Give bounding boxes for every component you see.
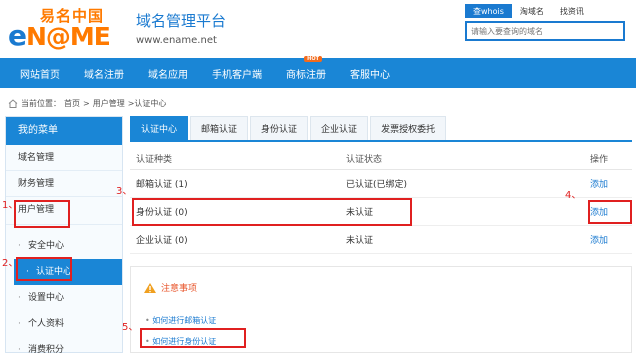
tab-verification-center[interactable]: 认证中心 (130, 116, 189, 140)
logo-en-rest: N@ME (26, 22, 111, 51)
nav-mobile-client[interactable]: 手机客户端 (200, 66, 274, 81)
annotation-number-4: 4、 (565, 190, 582, 201)
sidebar: 我的菜单 域名管理 财务管理 用户管理 安全中心 认证中心 设置中心 个人资料 … (5, 116, 123, 353)
search-tab-whois[interactable]: 查whois (465, 4, 512, 18)
row-status: 已认证(已绑定) (346, 180, 408, 190)
site-header: 易名中国 eN@ME 域名管理平台 www.ename.net 查whois 淘… (0, 0, 636, 58)
tab-invoice-authorization[interactable]: 发票授权委托 (370, 116, 447, 140)
sidebar-item-domain-mgmt[interactable]: 域名管理 (6, 145, 122, 171)
site-logo[interactable]: 易名中国 eN@ME (6, 4, 130, 52)
nav-trademark[interactable]: 商标注册 HOT (274, 55, 338, 81)
breadcrumb-home[interactable]: 首页 (64, 98, 80, 109)
annotation-number-2: 2、 (2, 258, 19, 269)
row-type: 邮箱认证 (1) (136, 180, 188, 190)
table-row: 企业认证 (0) 未认证 添加 (130, 226, 632, 254)
annotation-box-identity-link (140, 328, 246, 348)
annotation-number-1: 1、 (2, 200, 19, 211)
breadcrumb-sep: > (83, 98, 90, 108)
annotation-number-3: 3、 (116, 186, 133, 197)
table-header: 认证种类 认证状态 操作 (130, 148, 632, 170)
header-status: 认证状态 (346, 155, 383, 165)
annotation-number-5: 5、 (122, 322, 139, 333)
hot-badge: HOT (304, 55, 322, 62)
header-type: 认证种类 (136, 155, 173, 165)
nav-domain-apps[interactable]: 域名应用 (136, 66, 200, 81)
search-tab-news[interactable]: 找资讯 (552, 4, 592, 18)
verification-tabs: 认证中心 邮箱认证 身份认证 企业认证 发票授权委托 (130, 116, 632, 142)
add-email-link[interactable]: 添加 (590, 177, 632, 190)
header-action: 操作 (590, 155, 609, 165)
notice-title: 注意事项 (161, 284, 198, 294)
logo-e-letter: e (8, 19, 27, 52)
annotation-box-identity-row (132, 198, 412, 226)
nav-customer-service[interactable]: 客服中心 (338, 66, 402, 81)
site-title: 域名管理平台 (136, 12, 227, 30)
annotation-box-user-mgmt (14, 200, 70, 228)
tab-email-verification[interactable]: 邮箱认证 (190, 116, 249, 140)
row-type: 企业认证 (0) (136, 236, 188, 246)
sidebar-item-finance-mgmt[interactable]: 财务管理 (6, 171, 122, 197)
search-box (465, 21, 625, 41)
sidebar-sub-security[interactable]: 安全中心 (6, 233, 122, 259)
breadcrumb-current: >认证中心 (127, 98, 167, 108)
annotation-box-verification-center (16, 257, 72, 281)
main-nav: 网站首页 域名注册 域名应用 手机客户端 商标注册 HOT 客服中心 (0, 55, 636, 88)
warning-icon (144, 282, 156, 293)
tab-identity-verification[interactable]: 身份认证 (250, 116, 309, 140)
add-company-link[interactable]: 添加 (590, 233, 632, 246)
sidebar-sub-profile[interactable]: 个人资料 (6, 311, 122, 337)
site-url: www.ename.net (136, 35, 217, 46)
annotation-box-add-link (588, 200, 632, 224)
search-input[interactable] (467, 23, 623, 39)
notice-header: 注意事项 (143, 281, 197, 294)
sidebar-title: 我的菜单 (6, 117, 122, 145)
breadcrumb-user[interactable]: 用户管理 (93, 98, 125, 109)
nav-domain-register[interactable]: 域名注册 (72, 66, 136, 81)
breadcrumb: 当前位置： 首页 > 用户管理 >认证中心 (8, 96, 166, 110)
notice-link-email[interactable]: 如何进行邮箱认证 (145, 315, 216, 326)
search-tabs: 查whois 淘域名 找资讯 (465, 4, 625, 18)
search-tab-domains[interactable]: 淘域名 (512, 4, 552, 18)
nav-home[interactable]: 网站首页 (8, 66, 72, 81)
logo-en-text: eN@ME (8, 19, 111, 52)
sidebar-sub-settings[interactable]: 设置中心 (6, 285, 122, 311)
row-status: 未认证 (346, 236, 374, 246)
breadcrumb-prefix: 当前位置： (21, 98, 61, 108)
sidebar-sub-points[interactable]: 消费积分 (6, 337, 122, 353)
tab-company-verification[interactable]: 企业认证 (310, 116, 369, 140)
table-row: 邮箱认证 (1) 已认证(已绑定) 添加 (130, 170, 632, 198)
home-icon (8, 98, 18, 108)
nav-trademark-label: 商标注册 (286, 69, 326, 81)
